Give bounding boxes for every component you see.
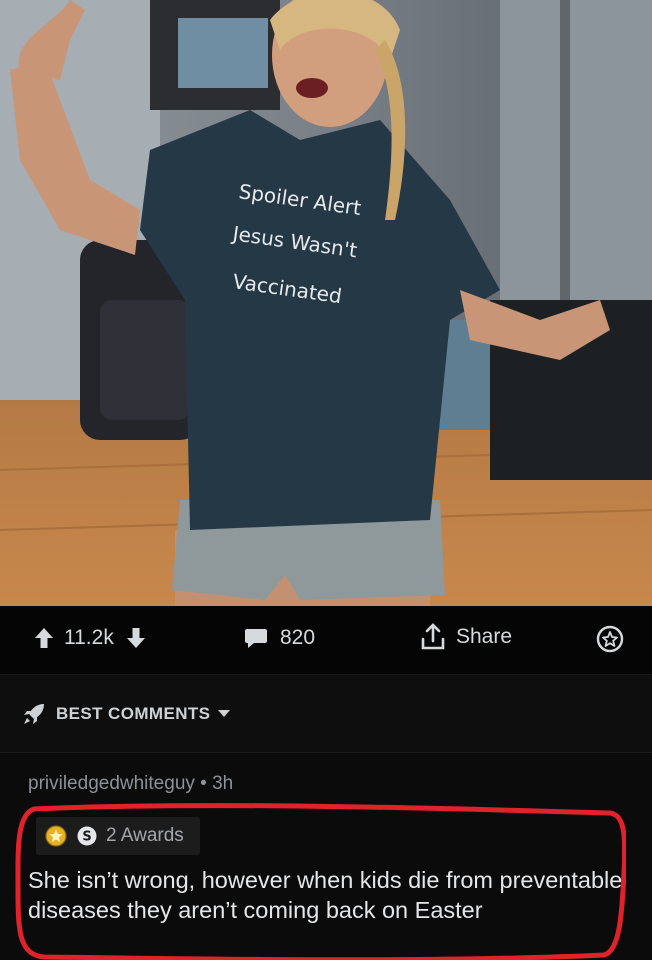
give-award-button[interactable] (596, 625, 624, 653)
caret-down-icon (218, 710, 231, 718)
post-action-bar: 11.2k 820 Share (0, 606, 652, 674)
comment-bubble-icon (244, 627, 268, 649)
svg-text:S: S (82, 830, 91, 845)
comment-author[interactable]: priviledgedwhiteguy (28, 773, 195, 794)
rocket-icon (22, 702, 46, 726)
silver-award-icon: S (76, 825, 98, 847)
gold-award-icon (44, 824, 68, 848)
award-icon (596, 625, 624, 653)
sort-selector[interactable]: BEST COMMENTS (22, 702, 231, 726)
awards-label: 2 Awards (106, 825, 184, 846)
comment-body: She isn’t wrong, however when kids die f… (28, 867, 623, 923)
arrow-up-icon[interactable] (34, 627, 54, 649)
comment-meta: priviledgedwhiteguy • 3h (28, 773, 233, 795)
meta-separator: • (200, 773, 207, 794)
share-button[interactable]: Share (420, 623, 512, 651)
comment: priviledgedwhiteguy • 3h S 2 Awards She … (0, 752, 652, 960)
vote-controls: 11.2k (34, 626, 146, 650)
comment-sort-bar: BEST COMMENTS (0, 674, 652, 753)
sort-label: BEST COMMENTS (56, 704, 211, 723)
comment-count: 820 (280, 626, 316, 649)
comments-button[interactable]: 820 (244, 626, 315, 650)
arrow-down-icon[interactable] (126, 627, 146, 649)
post-image[interactable]: Spoiler Alert Jesus Wasn't Vaccinated (0, 0, 652, 606)
share-label: Share (456, 625, 513, 648)
comment-age: 3h (212, 773, 234, 794)
share-icon (420, 623, 446, 651)
vote-count: 11.2k (64, 626, 114, 649)
post-photo: Spoiler Alert Jesus Wasn't Vaccinated (0, 0, 652, 606)
awards-pill[interactable]: S 2 Awards (36, 817, 200, 855)
